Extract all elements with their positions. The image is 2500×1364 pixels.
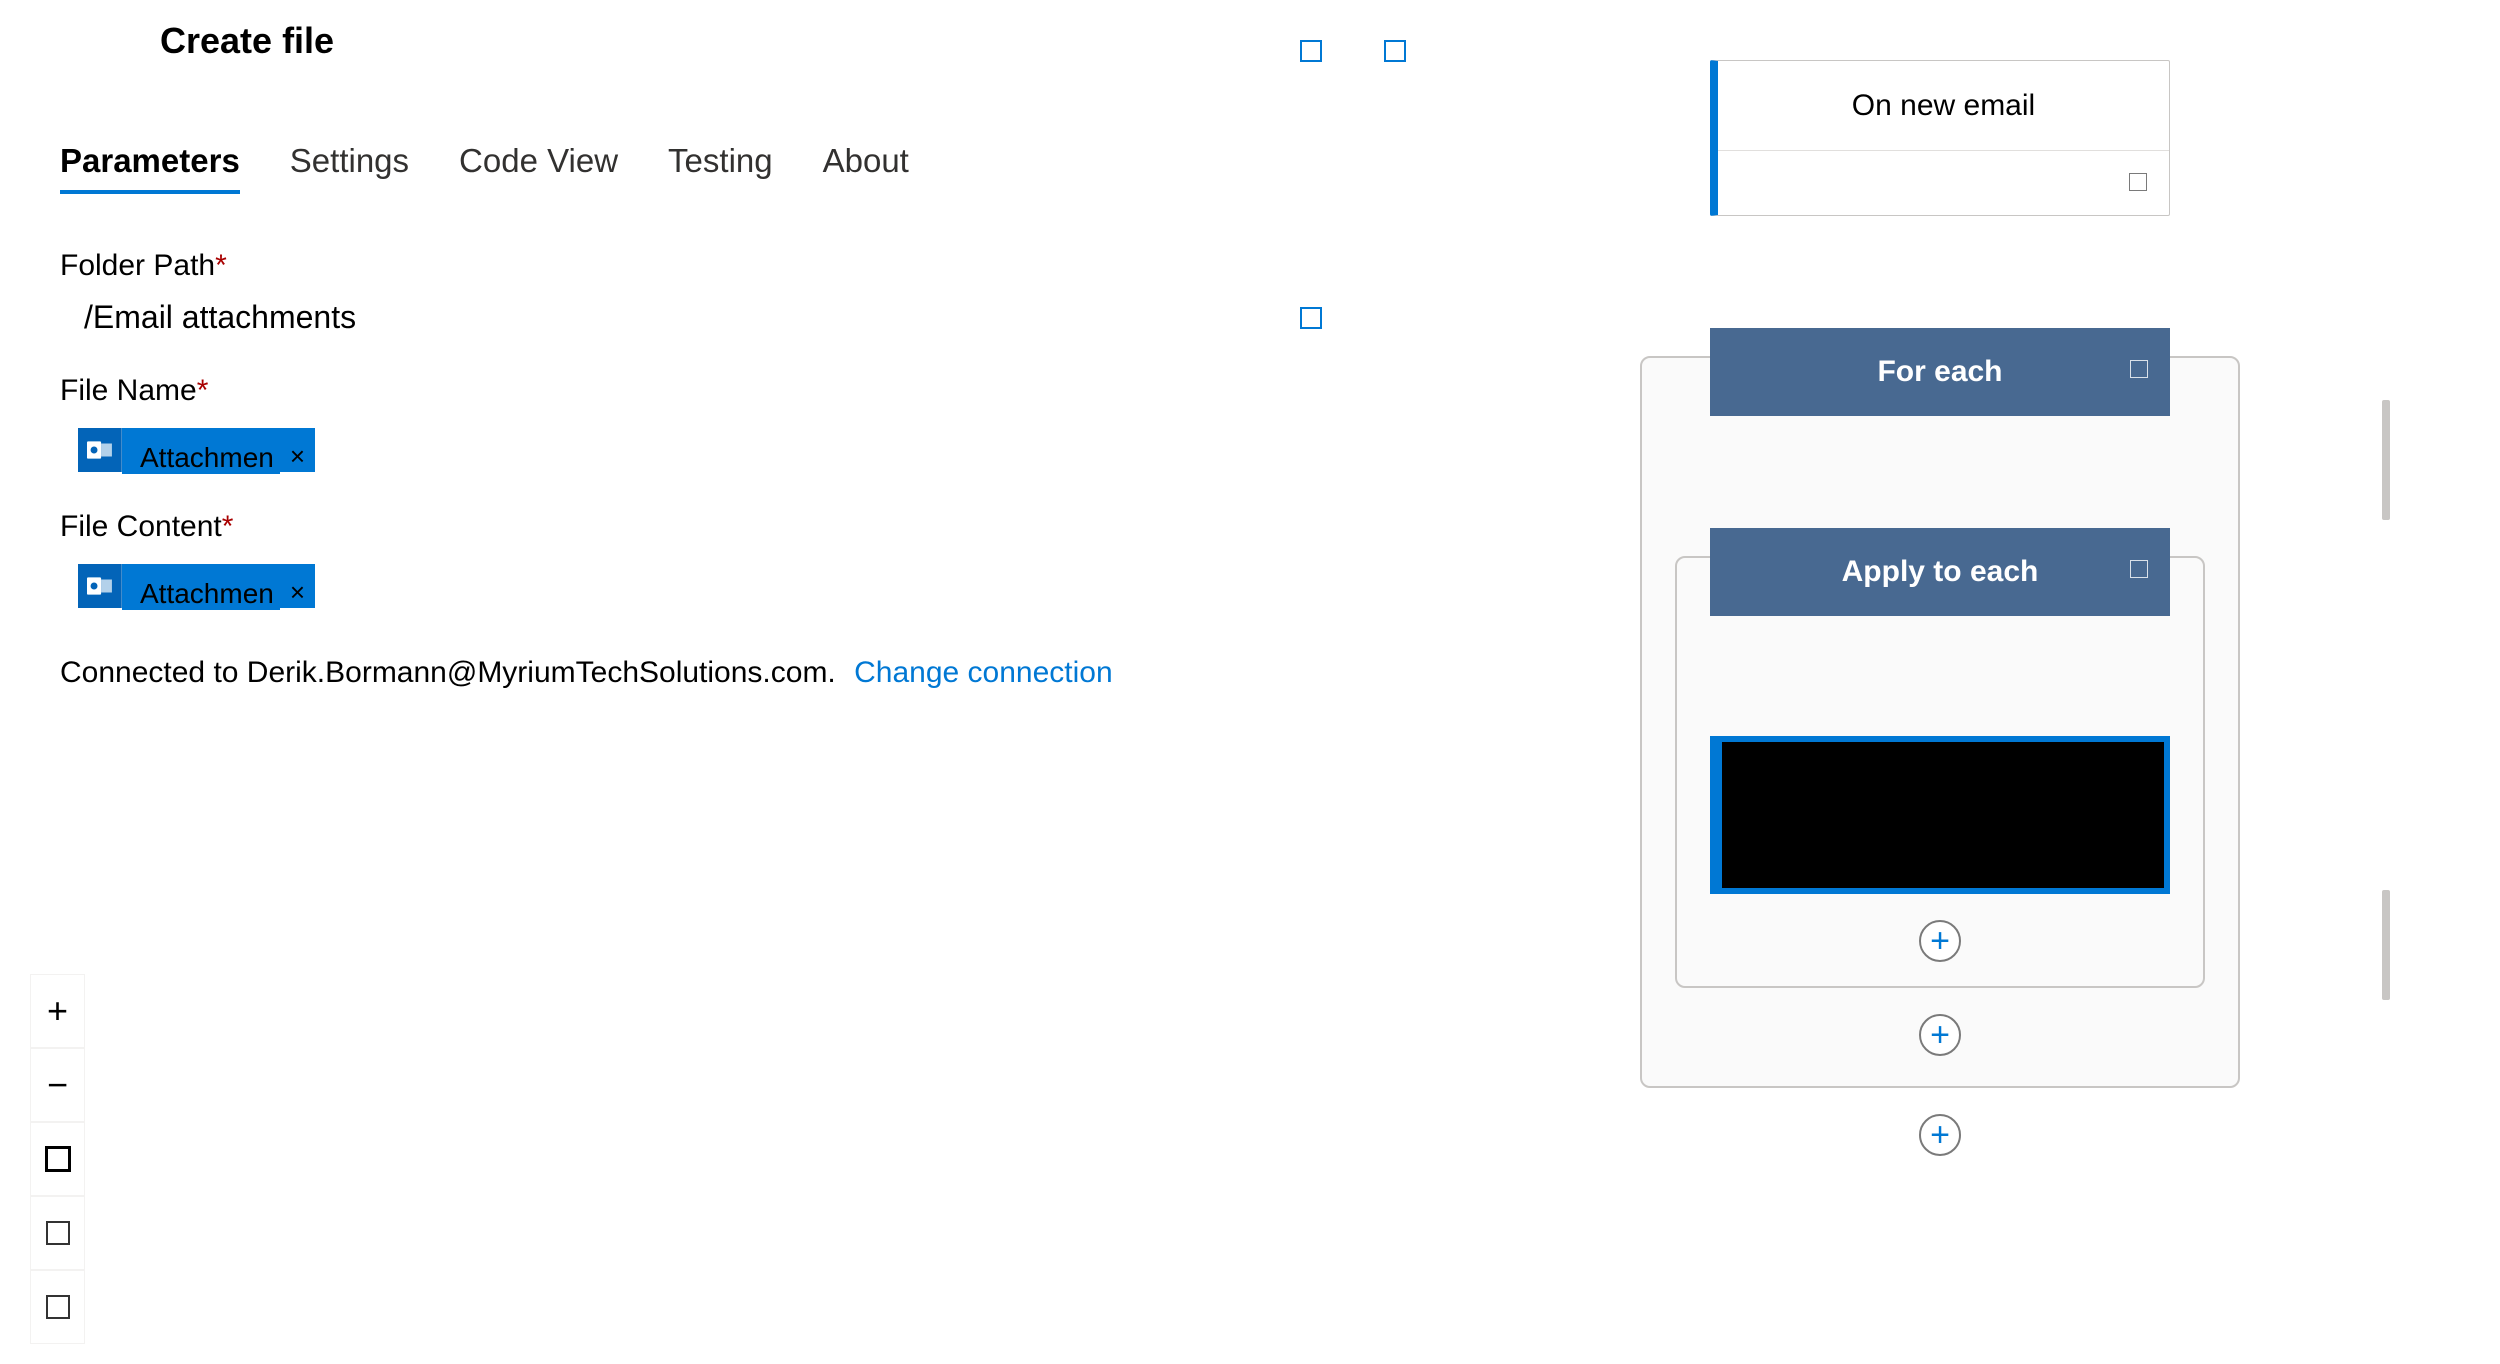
tab-testing[interactable]: Testing <box>668 142 773 194</box>
apply-to-each-header[interactable]: Apply to each <box>1710 528 2170 616</box>
card-menu-icon[interactable] <box>2130 360 2148 378</box>
details-tabs: Parameters Settings Code View Testing Ab… <box>60 142 1340 194</box>
zoom-toolbar: + − <box>30 974 90 1344</box>
tab-about[interactable]: About <box>823 142 909 194</box>
panel-title: Create file <box>160 20 334 62</box>
navigation-button[interactable] <box>30 1196 85 1270</box>
panel-header: Create file <box>160 20 1340 62</box>
required-asterisk: * <box>222 510 234 543</box>
trigger-card[interactable]: On new email <box>1710 60 2170 216</box>
add-action-button[interactable]: + <box>1919 920 1961 962</box>
scroll-indicator <box>2382 400 2390 520</box>
remove-token-icon[interactable]: × <box>280 577 315 608</box>
card-menu-icon[interactable] <box>2129 173 2147 191</box>
create-file-action-card[interactable] <box>1710 736 2170 894</box>
card-menu-icon[interactable] <box>2130 560 2148 578</box>
flow-canvas[interactable]: On new email For each Apply to each + + … <box>1560 0 2320 1156</box>
collapse-icon[interactable] <box>1300 40 1322 62</box>
outlook-icon <box>78 564 122 608</box>
tab-parameters[interactable]: Parameters <box>60 142 240 194</box>
trigger-body <box>1718 151 2169 215</box>
connection-account: Derik.Bormann@MyriumTechSolutions.com. <box>247 656 836 689</box>
folder-picker-icon[interactable] <box>1300 307 1322 329</box>
for-each-header[interactable]: For each <box>1710 328 2170 416</box>
add-action-button[interactable]: + <box>1919 1014 1961 1056</box>
connection-info: Connected to Derik.Bormann@MyriumTechSol… <box>60 656 1340 690</box>
connection-prefix: Connected to <box>60 656 247 689</box>
minimap-button[interactable] <box>30 1270 85 1344</box>
change-connection-link[interactable]: Change connection <box>854 656 1113 689</box>
field-folder-path: Folder Path* /Email attachments <box>60 249 1340 336</box>
required-asterisk: * <box>215 249 227 282</box>
action-details-panel: Create file Parameters Settings Code Vie… <box>0 0 1400 710</box>
outlook-icon <box>78 428 122 472</box>
file-name-token[interactable]: Attachmen × <box>78 428 315 472</box>
zoom-out-button[interactable]: − <box>30 1048 85 1122</box>
file-name-token-text: Attachmen <box>122 442 280 474</box>
fit-to-screen-button[interactable] <box>30 1122 85 1196</box>
for-each-title: For each <box>1877 355 2002 389</box>
apply-to-each-container[interactable]: Apply to each + <box>1675 556 2205 988</box>
file-content-label-text: File Content <box>60 510 222 543</box>
field-file-content: File Content* Attachmen × <box>60 510 1340 608</box>
folder-path-label-text: Folder Path <box>60 249 215 282</box>
file-name-label-text: File Name <box>60 374 197 407</box>
file-content-token-text: Attachmen <box>122 578 280 610</box>
trigger-title: On new email <box>1718 61 2169 151</box>
file-content-token[interactable]: Attachmen × <box>78 564 315 608</box>
folder-path-label: Folder Path* <box>60 249 1340 283</box>
tab-settings[interactable]: Settings <box>290 142 409 194</box>
field-file-name: File Name* Attachmen × <box>60 374 1340 472</box>
required-asterisk: * <box>197 374 209 407</box>
tab-code-view[interactable]: Code View <box>459 142 618 194</box>
close-icon[interactable] <box>1384 40 1406 62</box>
add-action-button[interactable]: + <box>1919 1114 1961 1156</box>
scroll-indicator <box>2382 890 2390 1000</box>
folder-path-value[interactable]: /Email attachments <box>60 299 356 336</box>
file-content-label: File Content* <box>60 510 1340 544</box>
remove-token-icon[interactable]: × <box>280 441 315 472</box>
file-name-label: File Name* <box>60 374 1340 408</box>
apply-to-each-title: Apply to each <box>1842 555 2039 589</box>
zoom-in-button[interactable]: + <box>30 974 85 1048</box>
for-each-container[interactable]: For each Apply to each + + <box>1640 356 2240 1088</box>
